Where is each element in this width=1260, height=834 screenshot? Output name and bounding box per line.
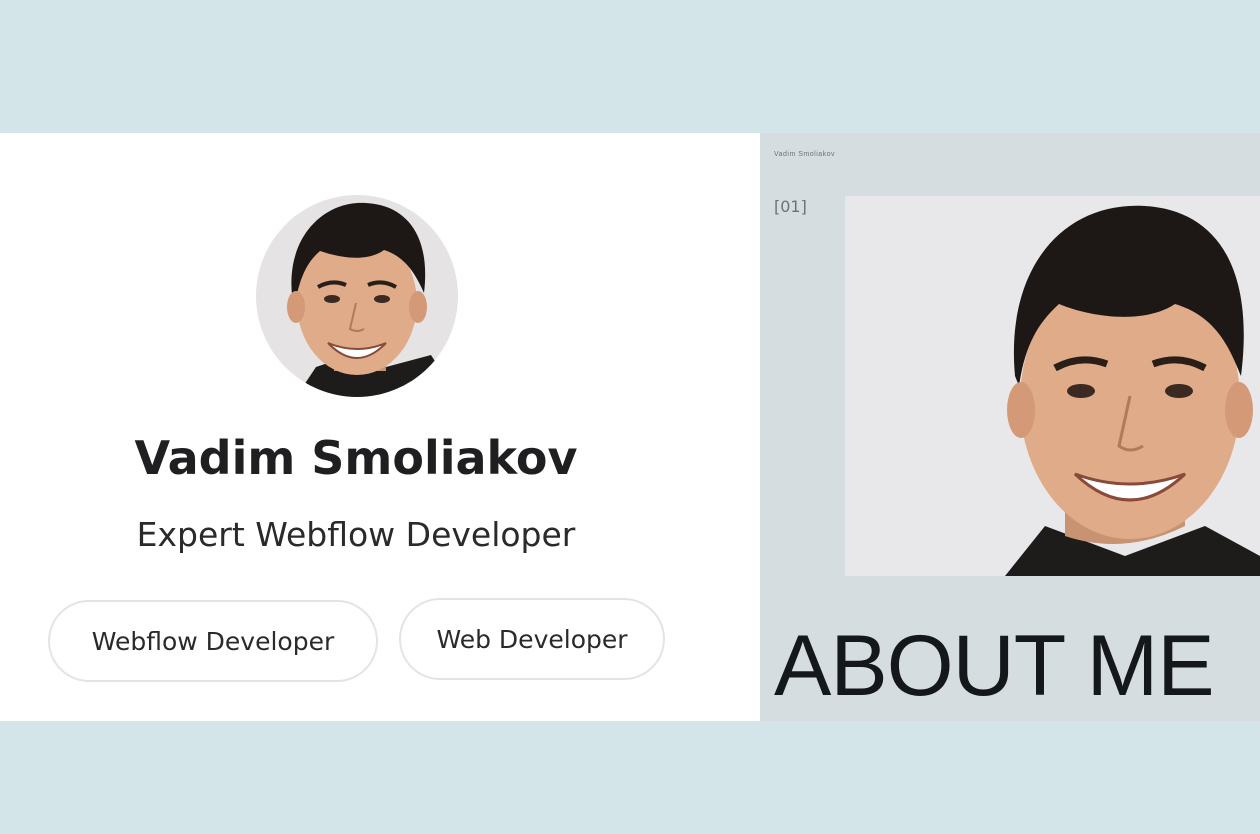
preview-header-name: Vadim Smoliakov	[774, 151, 836, 158]
portrait-photo-icon	[1005, 205, 1260, 576]
avatar	[256, 195, 458, 397]
content-band: Vadim Smoliakov Expert Webflow Developer…	[0, 133, 1260, 721]
about-preview: Vadim Smoliakov [01] ABOUT ME	[760, 133, 1260, 721]
about-me-heading: ABOUT ME	[774, 618, 1215, 714]
preview-photo	[845, 196, 1260, 576]
profile-title: Expert Webflow Developer	[136, 515, 576, 554]
tag-web-developer[interactable]: Web Developer	[399, 598, 665, 680]
portrait-photo-icon	[287, 202, 458, 397]
profile-name: Vadim Smoliakov	[134, 431, 578, 485]
tag-webflow-developer[interactable]: Webflow Developer	[48, 600, 378, 682]
section-marker: [01]	[774, 197, 807, 216]
profile-card: Vadim Smoliakov Expert Webflow Developer…	[0, 133, 760, 721]
